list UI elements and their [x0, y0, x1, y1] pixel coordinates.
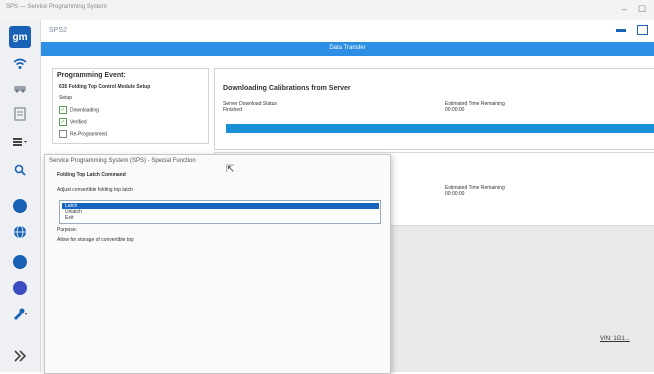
- window-title: SPS — Service Programming System: [6, 4, 107, 10]
- lower-time-value: 00:00:00: [445, 191, 465, 197]
- programming-subheading: Setup: [59, 95, 73, 101]
- menu-icon[interactable]: [8, 132, 32, 152]
- time-remaining-value: 00:00:00: [445, 107, 465, 113]
- expand-icon[interactable]: [8, 346, 32, 366]
- module-icon[interactable]: [8, 104, 32, 124]
- checkbox-empty-icon: ✓: [59, 130, 67, 138]
- check-icon: ✓: [59, 118, 67, 126]
- circle-icon-2[interactable]: [8, 278, 32, 298]
- dialog-title: Service Programming System (SPS) - Speci…: [49, 158, 196, 164]
- search-icon[interactable]: [8, 160, 32, 180]
- dialog-section-title: Folding Top Latch Command: [57, 172, 126, 178]
- banner-label: Data Transfer: [329, 45, 366, 51]
- option-exit[interactable]: Exit: [62, 215, 379, 221]
- latch-command-listbox[interactable]: Latch Unlatch Exit: [59, 200, 381, 224]
- circle-icon[interactable]: [8, 252, 32, 272]
- minimize-app-icon[interactable]: [616, 29, 626, 32]
- step-reprogrammed: ✓Re-Programmed: [59, 130, 107, 138]
- download-status-value: Finished: [223, 107, 242, 113]
- special-function-dialog: Service Programming System (SPS) - Speci…: [44, 154, 391, 374]
- car-icon[interactable]: [8, 78, 32, 98]
- app-header: SPS2: [41, 20, 654, 43]
- programming-event-name: 635 Folding Top Control Module Setup: [59, 84, 151, 90]
- window-titlebar: SPS — Service Programming System – ☐: [0, 0, 654, 21]
- vin-link[interactable]: VIN: 1G1...: [600, 336, 630, 342]
- download-panel: Downloading Calibrations from Server Ser…: [214, 68, 654, 150]
- mouse-cursor-icon: ⇱: [226, 164, 235, 175]
- programming-event-panel: Programming Event: 635 Folding Top Contr…: [52, 68, 209, 144]
- maximize-button[interactable]: ☐: [638, 4, 646, 15]
- gm-logo[interactable]: gm: [9, 26, 31, 48]
- gauge-icon[interactable]: [8, 196, 32, 216]
- wifi-icon[interactable]: [8, 54, 32, 74]
- data-transfer-banner: Data Transfer: [41, 42, 654, 56]
- left-rail: gm: [0, 20, 41, 372]
- wrench-icon[interactable]: [8, 304, 32, 324]
- globe-icon[interactable]: [8, 222, 32, 242]
- minimize-button[interactable]: –: [622, 4, 627, 14]
- restore-app-icon[interactable]: [637, 25, 648, 35]
- download-title: Downloading Calibrations from Server: [223, 85, 351, 92]
- step-verified: ✓ Verified: [59, 118, 87, 126]
- purpose-label: Purpose:: [57, 227, 78, 233]
- app-name: SPS2: [49, 27, 67, 34]
- dialog-prompt: Adjust convertible folding top latch: [57, 187, 133, 193]
- download-progress-bar: [226, 124, 654, 133]
- purpose-text: Allow for storage of convertible top: [57, 237, 134, 243]
- step-downloading: ✓ Downloading: [59, 106, 99, 114]
- check-icon: ✓: [59, 106, 67, 114]
- programming-heading: Programming Event:: [57, 72, 126, 79]
